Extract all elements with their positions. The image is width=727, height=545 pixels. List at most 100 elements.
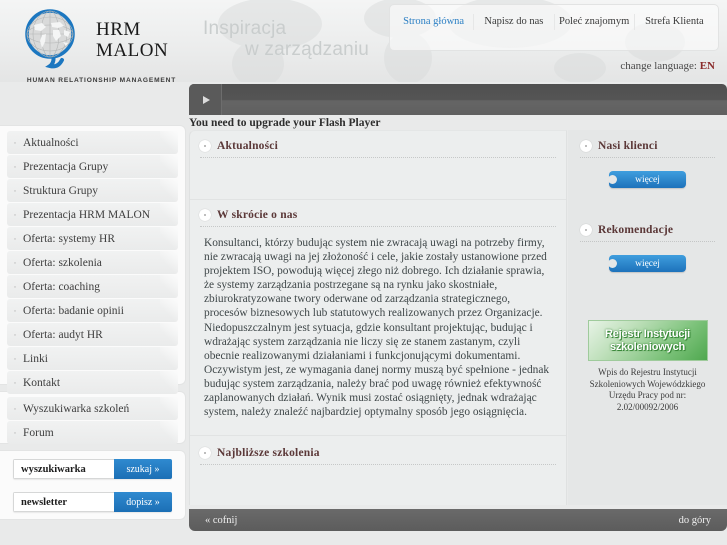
newsletter-form[interactable]: newsletter dopisz » [13, 492, 172, 512]
brand-title: HRM MALON [96, 20, 168, 60]
sidebar-item-label: Oferta: coaching [23, 280, 100, 293]
sidebar-item-struktura-grupy[interactable]: · Struktura Grupy [7, 179, 178, 202]
language-switcher[interactable]: change language: EN [620, 60, 715, 72]
sidebar-item-oferta-szkolenia[interactable]: · Oferta: szkolenia [7, 251, 178, 274]
newsletter-input[interactable]: newsletter [13, 492, 114, 512]
certificate-badge-line2: szkoleniowych [609, 340, 686, 353]
block-divider [580, 157, 715, 158]
section-title: Aktualności [217, 140, 278, 152]
section-bullet-icon [580, 140, 592, 152]
left-sidebar: · Aktualności · Prezentacja Grupy · Stru… [0, 125, 186, 545]
section-divider [200, 464, 556, 466]
bullet-icon: · [13, 403, 17, 414]
search-input[interactable]: wyszukiwarka [13, 459, 114, 479]
sidebar-item-label: Kontakt [23, 376, 61, 389]
sidebar-item-label: Prezentacja Grupy [23, 160, 109, 173]
slogan-line2: w zarządzaniu [245, 39, 370, 60]
back-link[interactable]: « cofnij [205, 515, 237, 526]
play-icon[interactable] [189, 84, 222, 115]
sidebar-forms-panel: wyszukiwarka szukaj » newsletter dopisz … [0, 450, 186, 520]
slogan: Inspiracja w zarządzaniu [203, 18, 369, 60]
sidebar-item-label: Prezentacja HRM MALON [23, 208, 151, 221]
bullet-icon: · [13, 161, 17, 172]
block-rekomendacje: Rekomendacje więcej [568, 214, 727, 272]
brand-tagline: HUMAN RELATIONSHIP MANAGEMENT [26, 77, 177, 82]
nav-item-napisz-do-nas[interactable]: Napisz do nas [473, 14, 553, 30]
right-sidebar: Nasi klienci więcej Rekomendacje więcej … [568, 130, 727, 505]
block-divider [580, 241, 715, 242]
sidebar-item-oferta-audyt-hr[interactable]: · Oferta: audyt HR [7, 323, 178, 346]
bullet-icon: · [13, 353, 17, 364]
bullet-icon: · [13, 305, 17, 316]
section-body-text: Konsultanci, którzy budując system nie z… [204, 237, 550, 419]
brand-title-line2: MALON [96, 40, 169, 61]
sidebar-menu-panel: · Aktualności · Prezentacja Grupy · Stru… [0, 125, 186, 394]
sidebar-item-label: Aktualności [23, 136, 79, 149]
bullet-icon: · [13, 185, 17, 196]
sidebar-item-label: Oferta: audyt HR [23, 328, 103, 341]
sidebar-item-prezentacja-hrm-malon[interactable]: · Prezentacja HRM MALON [7, 203, 178, 226]
bullet-icon: · [13, 377, 17, 388]
nav-item-polec-znajomym[interactable]: Poleć znajomym [553, 14, 634, 30]
bullet-icon: · [13, 233, 17, 244]
to-top-link[interactable]: do góry [679, 515, 711, 526]
section-title: W skrócie o nas [217, 209, 298, 221]
sidebar-item-label: Linki [23, 352, 48, 365]
certificate-badge-icon[interactable]: Rejestr Instytucji szkoleniowych [587, 320, 708, 361]
page-header: HRM MALON HUMAN RELATIONSHIP MANAGEMENT … [0, 0, 727, 82]
footer-bar: « cofnij do góry [189, 509, 727, 531]
sidebar-item-aktualnosci[interactable]: · Aktualności [7, 131, 178, 154]
section-bullet-icon [199, 447, 211, 460]
certificate-caption: Wpis do Rejestru Instytucji Szkoleniowyc… [589, 367, 706, 412]
logo-block[interactable]: HRM MALON HUMAN RELATIONSHIP MANAGEMENT [14, 6, 189, 82]
bullet-icon: · [13, 281, 17, 292]
sidebar-item-oferta-systemy-hr[interactable]: · Oferta: systemy HR [7, 227, 178, 250]
brand-title-line1: HRM [96, 19, 141, 40]
globe-icon [22, 8, 84, 72]
section-aktualnosci: Aktualności [190, 131, 566, 199]
section-bullet-icon [199, 209, 211, 221]
flash-player-bar[interactable] [189, 84, 727, 115]
sidebar-item-oferta-badanie-opinii[interactable]: · Oferta: badanie opinii [7, 299, 178, 322]
sidebar-item-prezentacja-grupy[interactable]: · Prezentacja Grupy [7, 155, 178, 178]
nav-item-strona-glowna[interactable]: Strona główna [394, 14, 473, 30]
flash-upgrade-message: You need to upgrade your Flash Player [189, 117, 381, 129]
sidebar-item-label: Wyszukiwarka szkoleń [23, 402, 130, 415]
search-button[interactable]: szukaj » [114, 459, 172, 479]
sidebar-secondary-panel: · Wyszukiwarka szkoleń · Forum [0, 391, 186, 444]
block-title: Nasi klienci [598, 140, 658, 152]
bullet-icon: · [13, 137, 17, 148]
slogan-line1: Inspiracja [203, 18, 287, 39]
newsletter-button[interactable]: dopisz » [114, 492, 172, 512]
sidebar-item-label: Struktura Grupy [23, 184, 99, 197]
more-button-rekomendacje[interactable]: więcej [608, 255, 686, 272]
bullet-icon: · [13, 257, 17, 268]
certificate-block[interactable]: Rejestr Instytucji szkoleniowych Wpis do… [568, 320, 727, 413]
language-label: change language: [620, 60, 697, 72]
bullet-icon: · [13, 427, 17, 438]
section-bullet-icon [199, 140, 211, 152]
sidebar-item-label: Oferta: badanie opinii [23, 304, 124, 317]
more-button-nasi-klienci[interactable]: więcej [608, 171, 686, 188]
sidebar-item-label: Oferta: systemy HR [23, 232, 115, 245]
section-w-skrocie-o-nas: W skrócie o nas Konsultanci, którzy budu… [190, 200, 566, 419]
language-current[interactable]: EN [700, 60, 715, 72]
block-nasi-klienci: Nasi klienci więcej [568, 130, 727, 188]
sidebar-item-linki[interactable]: · Linki [7, 347, 178, 370]
sidebar-item-kontakt[interactable]: · Kontakt [7, 371, 178, 394]
sidebar-item-wyszukiwarka-szkolen[interactable]: · Wyszukiwarka szkoleń [7, 397, 178, 420]
main-content: Aktualności W skrócie o nas Konsultanci,… [189, 130, 567, 505]
section-bullet-icon [580, 224, 592, 236]
sidebar-item-forum[interactable]: · Forum [7, 421, 178, 444]
search-form[interactable]: wyszukiwarka szukaj » [13, 459, 172, 479]
bullet-icon: · [13, 209, 17, 220]
sidebar-item-oferta-coaching[interactable]: · Oferta: coaching [7, 275, 178, 298]
section-title: Najbliższe szkolenia [217, 447, 320, 460]
page-bottom-strip [0, 531, 727, 545]
bullet-icon: · [13, 329, 17, 340]
top-navigation: Strona główna Napisz do nas Poleć znajom… [389, 4, 719, 51]
sidebar-item-label: Forum [23, 426, 54, 439]
sidebar-item-label: Oferta: szkolenia [23, 256, 102, 269]
nav-item-strefa-klienta[interactable]: Strefa Klienta [633, 14, 714, 30]
block-title: Rekomendacje [598, 224, 674, 236]
